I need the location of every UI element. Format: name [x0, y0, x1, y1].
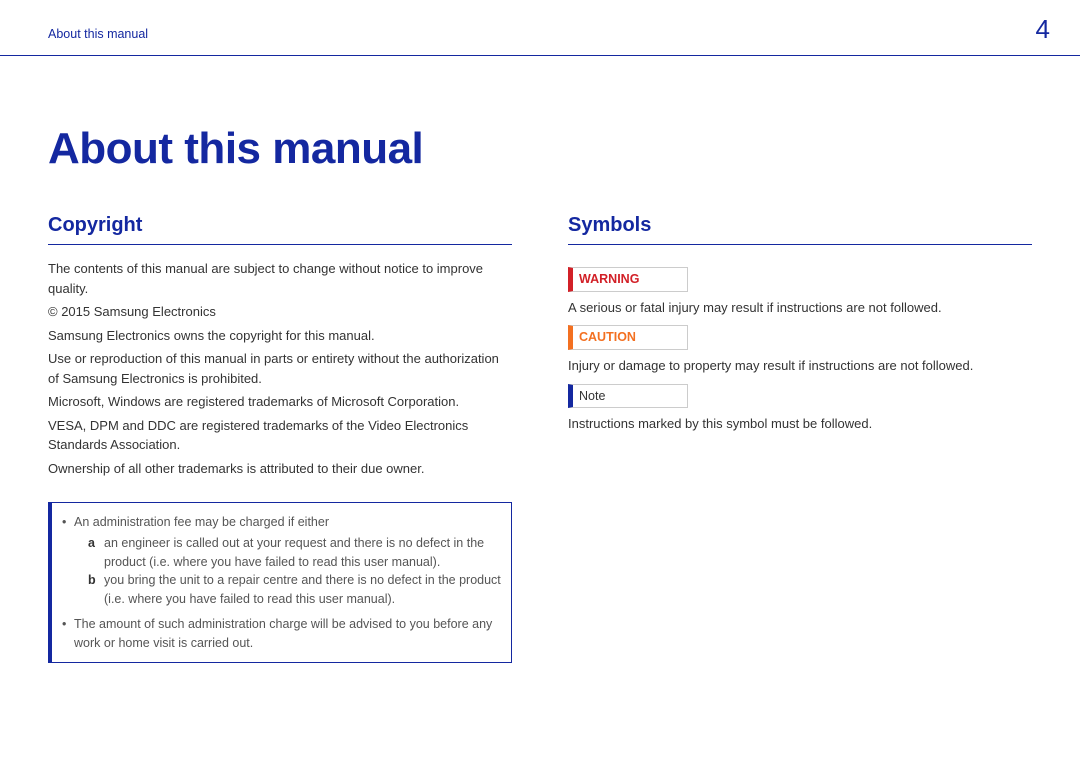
- breadcrumb: About this manual: [48, 25, 148, 44]
- note-bullet: The amount of such administration charge…: [60, 615, 501, 653]
- note-description: Instructions marked by this symbol must …: [568, 414, 1032, 434]
- note-bullet-text: An administration fee may be charged if …: [74, 515, 329, 529]
- page-header: About this manual 4: [0, 0, 1080, 56]
- page-title: About this manual: [48, 116, 1032, 182]
- caution-description: Injury or damage to property may result …: [568, 356, 1032, 376]
- list-marker-b: b: [88, 571, 96, 590]
- copyright-para: The contents of this manual are subject …: [48, 259, 512, 298]
- copyright-para: Samsung Electronics owns the copyright f…: [48, 326, 512, 346]
- copyright-para: Microsoft, Windows are registered tradem…: [48, 392, 512, 412]
- note-subitem-text: you bring the unit to a repair centre an…: [104, 573, 501, 606]
- admin-fee-note-panel: An administration fee may be charged if …: [48, 502, 512, 663]
- left-column: Copyright The contents of this manual ar…: [48, 210, 512, 663]
- section-heading-copyright: Copyright: [48, 210, 512, 245]
- copyright-para: Use or reproduction of this manual in pa…: [48, 349, 512, 388]
- page-body: About this manual Copyright The contents…: [0, 116, 1080, 663]
- two-column-layout: Copyright The contents of this manual ar…: [48, 210, 1032, 663]
- caution-badge: CAUTION: [568, 325, 688, 350]
- copyright-para: Ownership of all other trademarks is att…: [48, 459, 512, 479]
- note-subitem-text: an engineer is called out at your reques…: [104, 536, 484, 569]
- note-bullet-text: The amount of such administration charge…: [74, 617, 492, 650]
- page-number: 4: [1036, 10, 1050, 49]
- copyright-para: VESA, DPM and DDC are registered tradema…: [48, 416, 512, 455]
- note-bullet: An administration fee may be charged if …: [60, 513, 501, 609]
- copyright-para: © 2015 Samsung Electronics: [48, 302, 512, 322]
- section-heading-symbols: Symbols: [568, 210, 1032, 245]
- note-badge: Note: [568, 384, 688, 409]
- list-marker-a: a: [88, 534, 95, 553]
- note-subitem-b: b you bring the unit to a repair centre …: [74, 571, 501, 609]
- right-column: Symbols WARNING A serious or fatal injur…: [568, 210, 1032, 663]
- warning-description: A serious or fatal injury may result if …: [568, 298, 1032, 318]
- note-subitem-a: a an engineer is called out at your requ…: [74, 534, 501, 572]
- warning-badge: WARNING: [568, 267, 688, 292]
